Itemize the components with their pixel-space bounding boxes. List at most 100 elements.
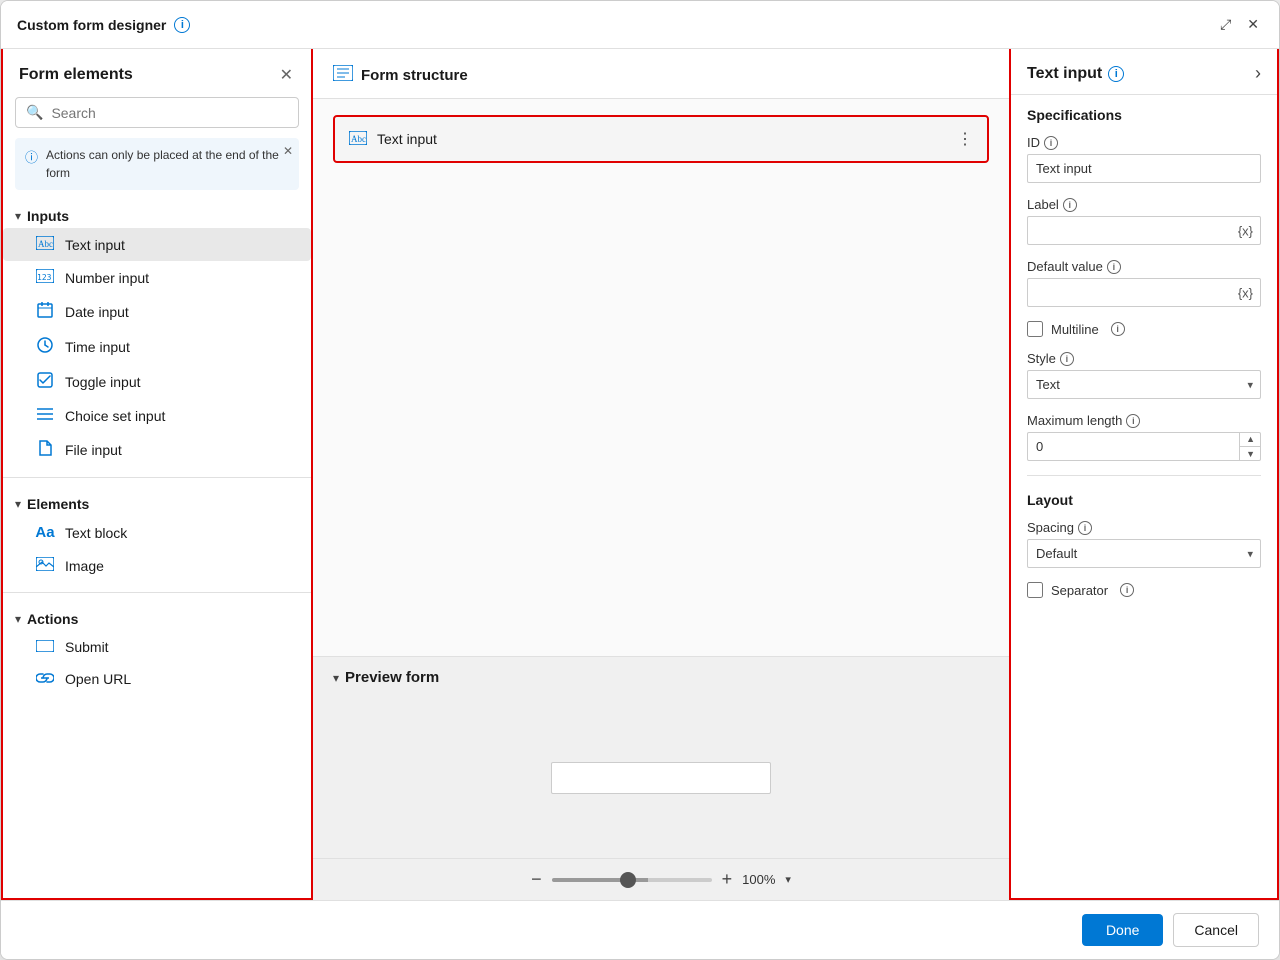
zoom-out-button[interactable]: −: [531, 869, 542, 890]
label-info-icon[interactable]: i: [1063, 198, 1077, 212]
default-value-input[interactable]: [1027, 278, 1261, 307]
style-select[interactable]: Text Tel Email URL Password: [1027, 370, 1261, 399]
sidebar-item-open-url[interactable]: Open URL: [3, 663, 311, 695]
multiline-checkbox-row: Multiline i: [1027, 321, 1261, 337]
left-panel-close-button[interactable]: ✕: [278, 63, 295, 87]
max-length-number-wrapper: ▲ ▼: [1027, 432, 1261, 461]
center-panel: Form structure Abc Text input ⋮ ▾: [313, 49, 1009, 900]
label-input-wrapper: {x}: [1027, 216, 1261, 245]
separator-field-group: Separator i: [1027, 582, 1261, 598]
zoom-in-button[interactable]: +: [722, 869, 733, 890]
right-panel-title: Text input: [1027, 65, 1102, 83]
id-input[interactable]: [1027, 154, 1261, 183]
done-button[interactable]: Done: [1082, 914, 1163, 946]
form-structure-icon: [333, 65, 353, 86]
sidebar-item-choice-set-input[interactable]: Choice set input: [3, 399, 311, 432]
label-field-group: Label i {x}: [1027, 197, 1261, 245]
search-icon: 🔍: [26, 104, 43, 121]
sidebar-item-image[interactable]: Image: [3, 549, 311, 582]
right-panel-nav-button[interactable]: ›: [1255, 63, 1261, 84]
form-item-icon: Abc: [349, 131, 367, 148]
max-length-increment-button[interactable]: ▲: [1240, 432, 1261, 447]
label-input[interactable]: [1027, 216, 1261, 245]
specifications-title: Specifications: [1027, 107, 1261, 123]
id-info-icon[interactable]: i: [1044, 136, 1058, 150]
spacing-field-group: Spacing i Default None Small Medium Larg…: [1027, 520, 1261, 568]
elements-section-header[interactable]: ▾ Elements: [3, 488, 311, 516]
info-banner: ⓘ Actions can only be placed at the end …: [15, 138, 299, 190]
left-panel: Form elements ✕ 🔍 ⓘ Actions can only be …: [1, 49, 313, 900]
id-label: ID i: [1027, 135, 1261, 150]
form-structure-body: Abc Text input ⋮: [313, 99, 1009, 656]
max-length-info-icon[interactable]: i: [1126, 414, 1140, 428]
max-length-decrement-button[interactable]: ▼: [1240, 447, 1261, 461]
actions-chevron-icon: ▾: [15, 612, 21, 626]
form-item-left: Abc Text input: [349, 131, 437, 148]
inputs-section-header[interactable]: ▾ Inputs: [3, 200, 311, 228]
sidebar-item-number-input[interactable]: 123 Number input: [3, 261, 311, 294]
open-url-icon: [35, 671, 55, 687]
left-panel-header: Form elements ✕: [3, 49, 311, 97]
svg-text:Abc: Abc: [351, 134, 366, 144]
multiline-checkbox[interactable]: [1027, 321, 1043, 337]
spacing-label: Spacing i: [1027, 520, 1261, 535]
number-input-icon: 123: [35, 269, 55, 286]
info-banner-icon: ⓘ: [25, 147, 38, 166]
search-input[interactable]: [51, 105, 288, 121]
max-length-field-group: Maximum length i ▲ ▼: [1027, 413, 1261, 461]
actions-section-header[interactable]: ▾ Actions: [3, 603, 311, 631]
sidebar-item-text-input[interactable]: Abc Text input: [3, 228, 311, 261]
sidebar-item-submit[interactable]: Submit: [3, 631, 311, 663]
title-bar-left: Custom form designer i: [17, 17, 190, 33]
sidebar-item-text-block[interactable]: Aa Text block: [3, 516, 311, 549]
preview-header[interactable]: ▾ Preview form: [313, 657, 1009, 698]
info-icon[interactable]: i: [174, 17, 190, 33]
zoom-value: 100%: [742, 872, 775, 887]
sidebar-item-time-input[interactable]: Time input: [3, 329, 311, 364]
form-item-menu-button[interactable]: ⋮: [957, 129, 973, 149]
sidebar-item-toggle-input[interactable]: Toggle input: [3, 364, 311, 399]
style-select-wrapper: Text Tel Email URL Password ▾: [1027, 370, 1261, 399]
multiline-info-icon[interactable]: i: [1111, 322, 1125, 336]
max-length-label: Maximum length i: [1027, 413, 1261, 428]
file-input-icon: [35, 440, 55, 459]
separator-checkbox[interactable]: [1027, 582, 1043, 598]
separator-info-icon[interactable]: i: [1120, 583, 1134, 597]
cancel-button[interactable]: Cancel: [1173, 913, 1259, 947]
actions-section-label: Actions: [27, 611, 78, 627]
sidebar-item-date-input[interactable]: Date input: [3, 294, 311, 329]
time-input-label: Time input: [65, 339, 130, 355]
zoom-bar: − + 100% ▾: [313, 858, 1009, 900]
label-label: Label i: [1027, 197, 1261, 212]
right-panel-title-row: Text input i: [1027, 65, 1124, 83]
layout-section-title: Layout: [1027, 492, 1261, 508]
main-content: Form elements ✕ 🔍 ⓘ Actions can only be …: [1, 49, 1279, 900]
form-item-label: Text input: [377, 131, 437, 147]
date-input-label: Date input: [65, 304, 129, 320]
separator-label[interactable]: Separator: [1051, 583, 1108, 598]
text-input-icon: Abc: [35, 236, 55, 253]
style-info-icon[interactable]: i: [1060, 352, 1074, 366]
zoom-slider[interactable]: [552, 878, 712, 882]
right-panel-info-icon[interactable]: i: [1108, 66, 1124, 82]
multiline-label[interactable]: Multiline: [1051, 322, 1099, 337]
text-block-icon: Aa: [35, 524, 55, 541]
zoom-dropdown-icon[interactable]: ▾: [785, 873, 791, 886]
spacing-info-icon[interactable]: i: [1078, 521, 1092, 535]
max-length-input[interactable]: [1027, 432, 1261, 461]
inputs-section-label: Inputs: [27, 208, 69, 224]
minimize-button[interactable]: ⤢: [1216, 12, 1235, 37]
left-panel-title: Form elements: [19, 66, 133, 84]
default-value-info-icon[interactable]: i: [1107, 260, 1121, 274]
elements-chevron-icon: ▾: [15, 497, 21, 511]
default-value-field-group: Default value i {x}: [1027, 259, 1261, 307]
title-bar-actions: ⤢ ✕: [1216, 12, 1263, 37]
form-structure-header: Form structure: [313, 49, 1009, 99]
spacing-select[interactable]: Default None Small Medium Large ExtraLar…: [1027, 539, 1261, 568]
close-window-button[interactable]: ✕: [1243, 12, 1263, 37]
file-input-label: File input: [65, 442, 122, 458]
form-item-text-input[interactable]: Abc Text input ⋮: [333, 115, 989, 163]
sidebar-item-file-input[interactable]: File input: [3, 432, 311, 467]
image-label: Image: [65, 558, 104, 574]
info-banner-close-button[interactable]: ✕: [283, 144, 293, 158]
